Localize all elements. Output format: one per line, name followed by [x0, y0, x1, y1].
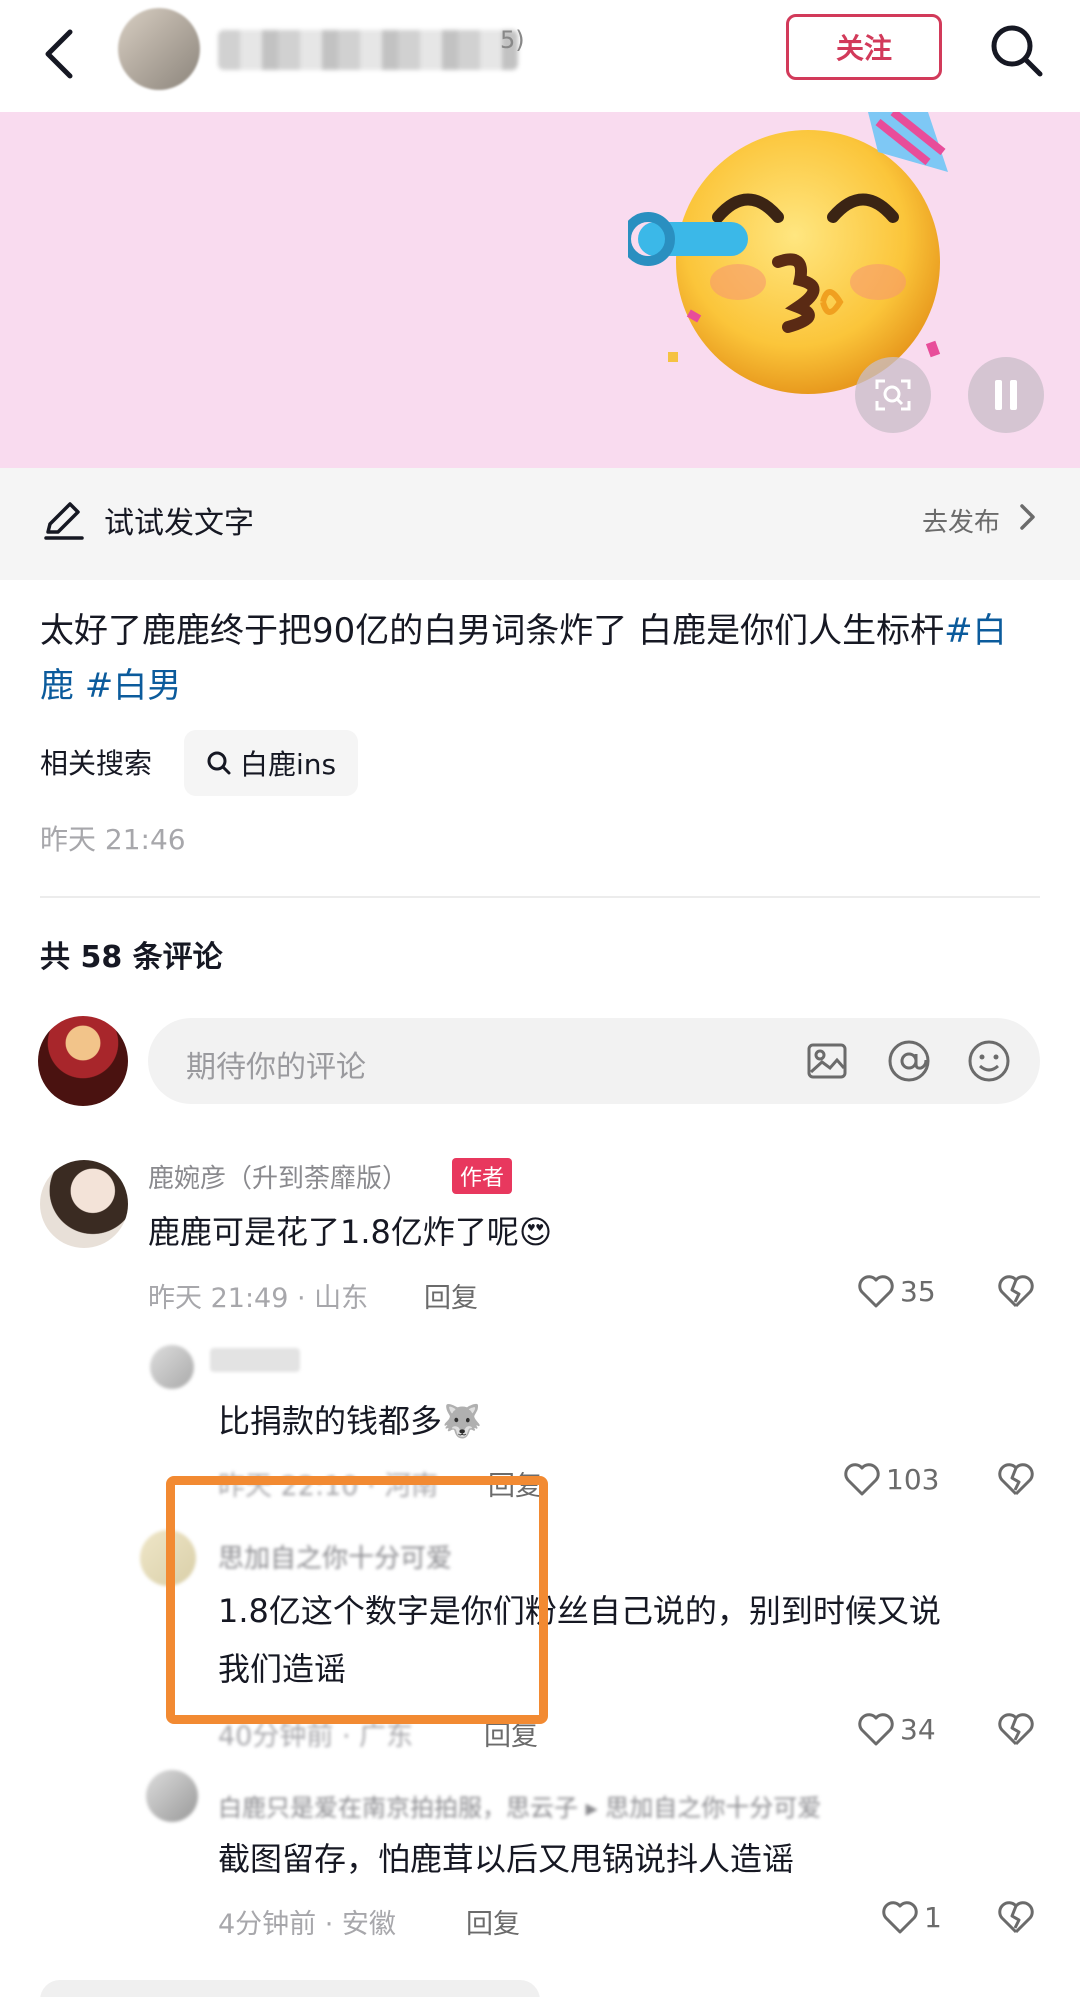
- heart-icon: [844, 1463, 880, 1496]
- comment-count: 共 58 条评论: [40, 940, 223, 975]
- my-avatar: [38, 1016, 128, 1106]
- heart-icon: [858, 1713, 894, 1746]
- post-timestamp: 昨天 21:46: [40, 823, 186, 856]
- bottom-comment-input[interactable]: [40, 1980, 540, 1997]
- post-caption: 太好了鹿鹿终于把90亿的白男词条炸了 白鹿是你们人生标杆#白鹿 #白男: [40, 604, 1040, 714]
- avatar[interactable]: [40, 1160, 128, 1248]
- author-badge: 作者: [452, 1158, 513, 1194]
- scan-button[interactable]: [855, 357, 931, 433]
- related-search-pill[interactable]: 白鹿ins: [184, 730, 359, 796]
- comment-author-name[interactable]: 鹿婉彦（升到荼靡版）: [148, 1158, 408, 1195]
- like-count: 34: [900, 1712, 936, 1746]
- media-banner[interactable]: [0, 112, 1080, 468]
- search-icon[interactable]: [986, 20, 1046, 80]
- pause-icon: [995, 380, 1017, 410]
- divider: [40, 896, 1040, 898]
- pen-icon: [44, 502, 84, 540]
- pause-button[interactable]: [968, 357, 1044, 433]
- scan-icon: [875, 379, 911, 411]
- try-post-label: 试试发文字: [104, 506, 254, 541]
- like-count: 35: [900, 1274, 936, 1308]
- post-caption-text: 太好了鹿鹿终于把90亿的白男词条炸了 白鹿是你们人生标杆: [40, 611, 945, 651]
- comment-text: 截图留存，怕鹿茸以后又甩锅说抖人造谣: [218, 1840, 795, 1878]
- comment-author-name[interactable]: 白鹿只是爱在南京拍拍服，思云子 ▸ 思加自之你十分可爱: [218, 1788, 821, 1823]
- comment-input[interactable]: 期待你的评论: [148, 1018, 1040, 1104]
- broken-heart-icon[interactable]: [996, 1710, 1036, 1750]
- like-count: 1: [924, 1900, 942, 1934]
- chevron-right-icon[interactable]: [1014, 502, 1040, 532]
- broken-heart-icon[interactable]: [996, 1460, 1036, 1500]
- at-icon[interactable]: [886, 1038, 932, 1084]
- author-name-blurred[interactable]: [218, 30, 518, 70]
- avatar[interactable]: [146, 1770, 198, 1822]
- reply-button[interactable]: 回复: [424, 1276, 478, 1315]
- comment-text: 鹿鹿可是花了1.8亿炸了呢😍: [148, 1213, 553, 1251]
- like-button[interactable]: 34: [856, 1710, 936, 1748]
- top-bar: 5) 关注: [0, 0, 1080, 112]
- broken-heart-icon[interactable]: [996, 1272, 1036, 1312]
- highlight-annotation-box: [166, 1476, 548, 1724]
- comment-meta: 4分钟前 · 安徽: [218, 1909, 396, 1940]
- try-post-bar[interactable]: 试试发文字 去发布: [0, 468, 1080, 580]
- heart-icon: [858, 1275, 894, 1308]
- avatar[interactable]: [150, 1345, 194, 1389]
- broken-heart-icon[interactable]: [996, 1898, 1036, 1938]
- comment-author-name-blurred[interactable]: [210, 1348, 300, 1372]
- like-button[interactable]: 35: [856, 1272, 936, 1310]
- like-button[interactable]: 1: [880, 1898, 942, 1936]
- go-post-link[interactable]: 去发布: [922, 502, 1000, 539]
- search-icon: [207, 751, 231, 775]
- author-name-tail: 5): [500, 26, 525, 54]
- emoji-icon[interactable]: [966, 1038, 1012, 1084]
- comment-text: 比捐款的钱都多🐺: [218, 1402, 482, 1440]
- author-avatar[interactable]: [118, 8, 200, 90]
- related-search-query: 白鹿ins: [240, 748, 337, 781]
- comment-input-placeholder: 期待你的评论: [186, 1050, 366, 1085]
- image-icon[interactable]: [804, 1038, 850, 1084]
- reply-button[interactable]: 回复: [466, 1902, 520, 1941]
- like-button[interactable]: 103: [842, 1460, 939, 1498]
- back-icon[interactable]: [40, 24, 80, 84]
- comment-meta: 昨天 21:49 · 山东: [148, 1283, 369, 1314]
- heart-icon: [882, 1901, 918, 1934]
- related-search-label: 相关搜索: [40, 747, 153, 780]
- like-count: 103: [886, 1462, 940, 1496]
- follow-button[interactable]: 关注: [786, 14, 942, 80]
- hashtag-bainan[interactable]: #白男: [74, 666, 182, 706]
